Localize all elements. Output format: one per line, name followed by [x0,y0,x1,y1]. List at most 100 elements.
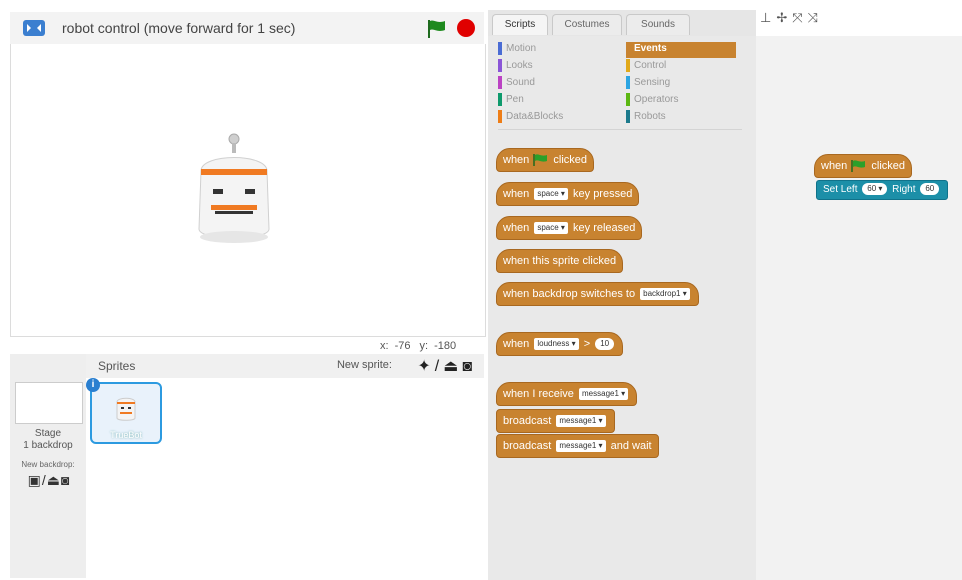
stage-thumbnail[interactable] [15,382,83,424]
tab-scripts[interactable]: Scripts [492,14,548,35]
threshold-input[interactable]: 10 [595,338,615,351]
category-sound[interactable]: Sound [498,76,608,92]
backdrop-dropdown[interactable]: backdrop1 ▾ [640,288,690,301]
broadcast-block[interactable]: broadcast message1 ▾ [496,409,615,433]
category-label: Looks [506,60,533,71]
duplicate-icon[interactable]: ⊥ [760,10,776,25]
stage-backdrop-panel: Stage 1 backdrop New backdrop: ▣/⏏◙ [10,354,87,578]
key-dropdown[interactable]: space ▾ [534,188,568,201]
tab-costumes[interactable]: Costumes [552,14,622,35]
category-divider [498,129,742,130]
when-backdrop-switches-block[interactable]: when backdrop switches to backdrop1 ▾ [496,282,699,306]
grow-icon[interactable]: ⤧ [792,10,807,25]
green-flag-icon [851,160,866,173]
green-flag-icon[interactable] [426,18,448,40]
category-label: Control [634,60,667,71]
message-dropdown[interactable]: message1 ▾ [556,440,606,453]
when-i-receive-block[interactable]: when I receive message1 ▾ [496,382,638,406]
message-dropdown[interactable]: message1 ▾ [556,415,606,428]
shrink-icon[interactable]: ⤨ [808,10,823,25]
right-speed-input[interactable]: 60 [920,183,940,196]
key-dropdown[interactable]: space ▾ [534,222,568,235]
category-control[interactable]: Control [626,59,736,75]
when-sprite-clicked-block[interactable]: when this sprite clicked [496,249,624,273]
when-key-released-block[interactable]: when space ▾ key released [496,216,643,240]
stage-label: Stage 1 backdrop [10,428,86,452]
category-label: Sound [506,77,535,88]
new-backdrop-tools: ▣/⏏◙ [14,472,84,489]
category-motion[interactable]: Motion [498,42,608,58]
category-label: Operators [634,94,679,105]
stage-name: Stage [34,428,62,439]
category-label: Robots [634,111,666,122]
mouse-coordinates: x: -76 y: -180 [380,340,462,352]
mouse-x-value: -76 [394,340,411,352]
set-motor-speed-block[interactable]: Set Left 60 ▾ Right 60 [816,180,949,200]
project-title: robot control (move forward for 1 sec) [62,20,296,36]
sensor-dropdown[interactable]: loudness ▾ [534,338,579,351]
block-text: broadcast [503,415,552,427]
left-speed-input[interactable]: 60 ▾ [862,183,888,196]
block-palette: Motion Events Looks Control Sound Sensin… [488,36,757,580]
sprite-info-icon[interactable]: i [86,378,100,392]
block-text: when this sprite clicked [503,255,617,267]
when-flag-clicked-block[interactable]: when clicked [496,148,595,172]
category-looks[interactable]: Looks [498,59,608,75]
broadcast-and-wait-block[interactable]: broadcast message1 ▾ and wait [496,434,659,458]
looks-color-swatch [498,59,502,72]
presentation-mode-icon[interactable] [22,19,46,37]
stop-button[interactable] [457,19,475,37]
stage-header: robot control (move forward for 1 sec) [10,12,484,45]
category-pen[interactable]: Pen [498,93,608,109]
paint-backdrop-icon[interactable]: ▣ [28,472,42,488]
category-label: Pen [506,94,524,105]
backdrop-count: 1 backdrop [23,440,73,451]
block-text: clicked [871,160,906,172]
tab-sounds[interactable]: Sounds [626,14,690,35]
when-loudness-block[interactable]: when loudness ▾ > 10 [496,332,624,356]
new-backdrop-label: New backdrop: [21,460,75,469]
scripts-area[interactable] [756,36,962,580]
block-text: when [503,154,530,166]
sprites-header: Sprites New sprite: ✦/⏏◙ [86,354,484,379]
robot-thumbnail-icon [116,397,136,421]
stage-canvas[interactable] [10,44,486,337]
sprites-label: Sprites [98,359,136,373]
upload-backdrop-icon[interactable]: ⏏ [47,472,61,488]
when-key-pressed-block[interactable]: when space ▾ key pressed [496,182,640,206]
category-events[interactable]: Events [626,42,736,58]
block-text: and wait [610,440,652,452]
category-operators[interactable]: Operators [626,93,736,109]
message-dropdown[interactable]: message1 ▾ [579,388,629,401]
operators-color-swatch [626,93,630,106]
sprite-library-icon[interactable]: ✦ [417,358,434,375]
camera-sprite-icon[interactable]: ◙ [462,358,476,375]
category-label: Motion [506,43,537,54]
paint-sprite-icon[interactable]: / [435,358,443,375]
block-text: broadcast [503,440,552,452]
block-text: Right [892,184,916,195]
block-text: when backdrop switches to [503,288,636,300]
category-sensing[interactable]: Sensing [626,76,736,92]
data-color-swatch [498,110,502,123]
block-text: when [503,222,530,234]
sprite-tile[interactable]: i TrueBot [86,378,162,444]
category-label: Events [634,43,667,54]
category-label: Data&Blocks [506,111,564,122]
pen-color-swatch [498,93,502,106]
robot-sprite[interactable] [189,129,279,249]
sprites-area: i TrueBot [86,378,484,578]
block-categories: Motion Events Looks Control Sound Sensin… [488,36,756,136]
new-sprite-tools: ✦/⏏◙ [417,356,476,376]
category-data[interactable]: Data&Blocks [498,110,608,126]
delete-icon[interactable]: ✢ [776,10,792,25]
block-text: when [503,338,530,350]
sprite-name: TrueBot [110,430,142,440]
sensing-color-swatch [626,76,630,89]
upload-sprite-icon[interactable]: ⏏ [443,358,462,375]
camera-icon[interactable]: ◙ [61,472,70,488]
block-text: key pressed [573,188,633,200]
category-robots[interactable]: Robots [626,110,736,126]
script-when-flag-clicked-block[interactable]: when clicked [814,154,913,178]
block-text: Set Left [823,184,858,195]
